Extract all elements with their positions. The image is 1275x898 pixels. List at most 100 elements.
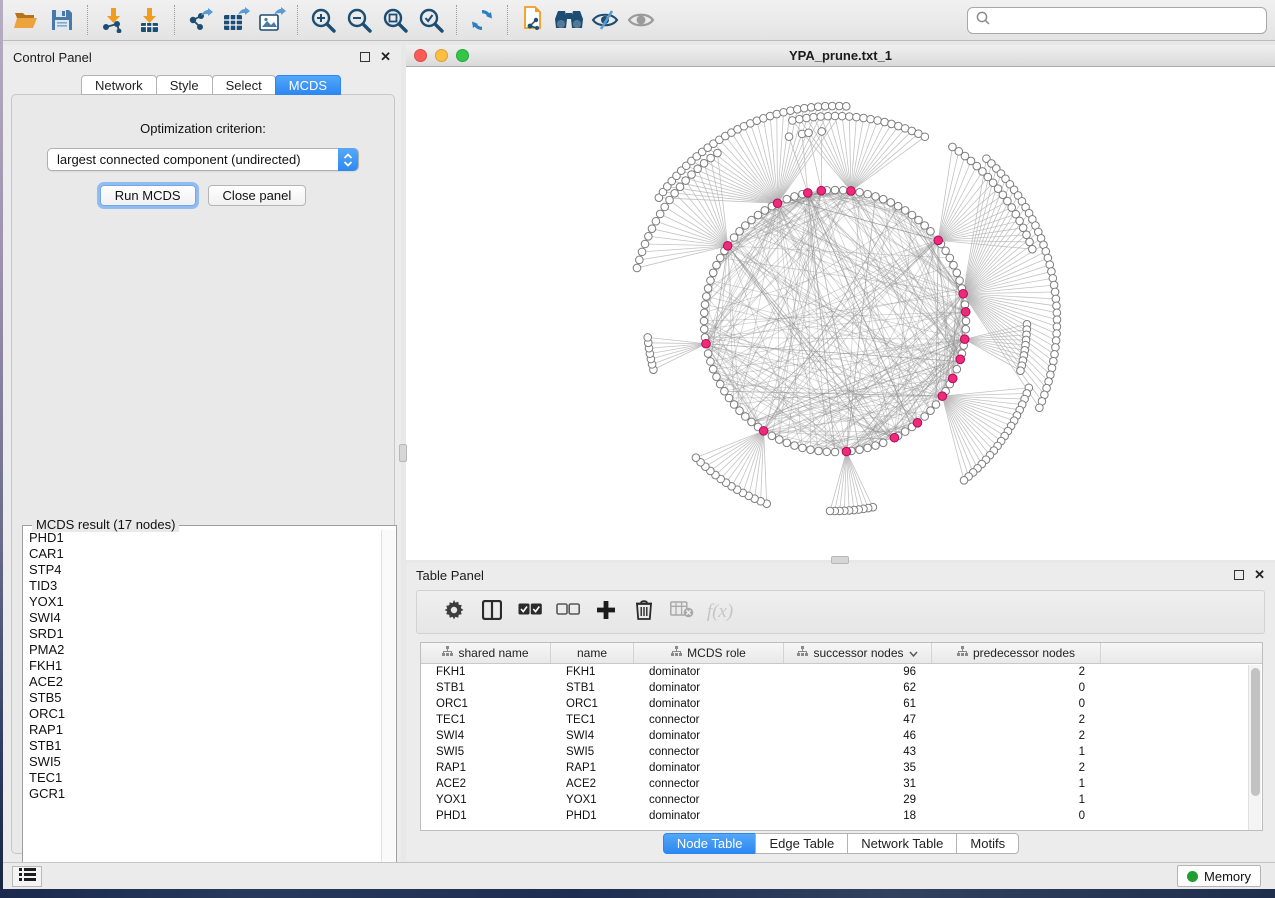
leaf-node[interactable] xyxy=(1019,224,1027,232)
ring-node[interactable] xyxy=(768,432,776,440)
table-row[interactable]: YOX1YOX1connector291 xyxy=(421,792,1262,808)
mcds-result-item[interactable]: RAP1 xyxy=(24,722,379,738)
leaf-node[interactable] xyxy=(1023,231,1031,239)
import-table-button[interactable] xyxy=(131,3,167,37)
table-row[interactable]: TEC1TEC1connector472 xyxy=(421,712,1262,728)
zoom-in-button[interactable] xyxy=(305,3,341,37)
ring-node[interactable] xyxy=(716,380,724,388)
leaf-node[interactable] xyxy=(817,113,825,121)
ring-node[interactable] xyxy=(709,269,717,277)
ring-node[interactable] xyxy=(721,387,729,395)
leaf-node[interactable] xyxy=(826,507,834,515)
ring-node[interactable] xyxy=(901,207,909,215)
ring-node[interactable] xyxy=(915,216,923,224)
mcds-hub-node[interactable] xyxy=(960,335,969,344)
leaf-node[interactable] xyxy=(652,217,660,225)
leaf-node[interactable] xyxy=(688,171,696,179)
table-row[interactable]: PHD1PHD1dominator180 xyxy=(421,808,1262,824)
panel-list-button[interactable] xyxy=(12,866,42,887)
leaf-node[interactable] xyxy=(785,133,793,141)
ring-node[interactable] xyxy=(807,446,815,454)
float-panel-icon[interactable] xyxy=(1234,570,1244,580)
mcds-result-item[interactable]: ACE2 xyxy=(24,674,379,690)
leaf-node[interactable] xyxy=(881,118,889,126)
ring-node[interactable] xyxy=(736,228,744,236)
ring-node[interactable] xyxy=(725,394,733,402)
ring-node[interactable] xyxy=(962,325,970,333)
mcds-result-item[interactable]: TID3 xyxy=(24,578,379,594)
mcds-result-item[interactable]: SRD1 xyxy=(24,626,379,642)
select-all-columns-button[interactable] xyxy=(511,595,549,629)
leaf-node[interactable] xyxy=(641,240,649,248)
ring-node[interactable] xyxy=(730,401,738,409)
ring-node[interactable] xyxy=(887,199,895,207)
leaf-node[interactable] xyxy=(838,112,846,120)
leaf-node[interactable] xyxy=(661,203,669,211)
leaf-node[interactable] xyxy=(636,256,644,264)
mcds-result-item[interactable]: CAR1 xyxy=(24,546,379,562)
tab-mcds[interactable]: MCDS xyxy=(275,75,341,95)
ring-node[interactable] xyxy=(908,211,916,219)
ring-node[interactable] xyxy=(742,413,750,421)
mcds-hub-node[interactable] xyxy=(956,355,965,364)
leaf-node[interactable] xyxy=(692,454,700,462)
mcds-hub-node[interactable] xyxy=(842,447,851,456)
tab-node-table[interactable]: Node Table xyxy=(663,833,757,854)
ring-node[interactable] xyxy=(953,269,961,277)
hide-selected-button[interactable] xyxy=(587,3,623,37)
tab-edge-table[interactable]: Edge Table xyxy=(755,833,848,854)
leaf-node[interactable] xyxy=(1052,344,1060,352)
table-row[interactable]: STB1STB1dominator620 xyxy=(421,680,1262,696)
leaf-node[interactable] xyxy=(1050,357,1058,365)
mcds-result-list[interactable]: PHD1CAR1STP4TID3YOX1SWI4SRD1PMA2FKH1ACE2… xyxy=(24,530,379,878)
ring-node[interactable] xyxy=(864,190,872,198)
clone-network-button[interactable] xyxy=(515,3,551,37)
search-box[interactable] xyxy=(967,7,1267,34)
leaf-node[interactable] xyxy=(780,108,788,116)
mcds-hub-node[interactable] xyxy=(959,289,968,298)
leaf-node[interactable] xyxy=(633,264,641,272)
mcds-hub-node[interactable] xyxy=(890,433,899,442)
ring-node[interactable] xyxy=(701,301,709,309)
ring-node[interactable] xyxy=(950,261,958,269)
ring-node[interactable] xyxy=(736,407,744,415)
table-row[interactable]: FKH1FKH1dominator962 xyxy=(421,664,1262,680)
deselect-all-columns-button[interactable] xyxy=(549,595,587,629)
ring-node[interactable] xyxy=(956,277,964,285)
ring-node[interactable] xyxy=(783,439,791,447)
ring-node[interactable] xyxy=(864,444,872,452)
leaf-node[interactable] xyxy=(831,112,839,120)
tab-network-table[interactable]: Network Table xyxy=(847,833,957,854)
toggle-column-panel-button[interactable] xyxy=(473,595,511,629)
ring-node[interactable] xyxy=(713,261,721,269)
network-svg[interactable] xyxy=(406,67,1275,560)
leaf-node[interactable] xyxy=(921,133,929,141)
find-button[interactable] xyxy=(551,3,587,37)
mcds-result-item[interactable]: STB1 xyxy=(24,738,379,754)
delete-table-button[interactable] xyxy=(663,595,701,629)
leaf-node[interactable] xyxy=(714,149,722,157)
leaf-node[interactable] xyxy=(694,165,702,173)
optimization-criterion-select[interactable]: largest connected component (undirected) xyxy=(47,148,359,171)
leaf-node[interactable] xyxy=(787,107,795,115)
leaf-node[interactable] xyxy=(803,114,811,122)
ring-node[interactable] xyxy=(872,193,880,201)
ring-node[interactable] xyxy=(700,317,708,325)
leaf-node[interactable] xyxy=(810,113,818,121)
split-handle-vertical[interactable] xyxy=(399,444,407,462)
column-header-successor-nodes[interactable]: successor nodes xyxy=(784,643,932,663)
table-scrollbar-thumb[interactable] xyxy=(1251,668,1260,796)
leaf-node[interactable] xyxy=(682,177,690,185)
leaf-node[interactable] xyxy=(700,159,708,167)
leaf-node[interactable] xyxy=(867,115,875,123)
leaf-node[interactable] xyxy=(1029,245,1037,253)
ring-node[interactable] xyxy=(704,285,712,293)
leaf-node[interactable] xyxy=(656,210,664,218)
ring-node[interactable] xyxy=(754,211,762,219)
ring-node[interactable] xyxy=(700,309,708,317)
leaf-node[interactable] xyxy=(960,477,968,485)
ring-node[interactable] xyxy=(748,216,756,224)
leaf-node[interactable] xyxy=(671,190,679,198)
mcds-hub-node[interactable] xyxy=(934,236,943,245)
table-row[interactable]: SWI5SWI5connector431 xyxy=(421,744,1262,760)
